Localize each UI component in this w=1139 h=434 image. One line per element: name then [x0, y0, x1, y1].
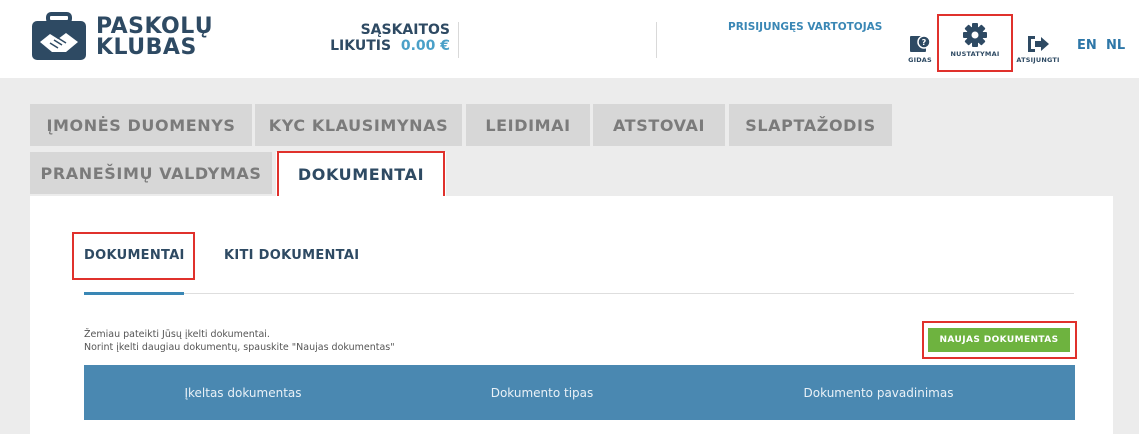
documents-info-text: Žemiau pateikti Jūsų įkelti dokumentai. … — [84, 328, 395, 354]
subtab-documents-highlight — [72, 232, 195, 280]
guide-label: GIDAS — [908, 56, 932, 64]
documents-table-header: Įkeltas dokumentas Dokumento tipas Dokum… — [84, 365, 1075, 420]
guide-button[interactable]: ? GIDAS — [905, 34, 935, 64]
info-line-1: Žemiau pateikti Jūsų įkelti dokumentai. — [84, 329, 270, 340]
logged-in-user-label[interactable]: PRISIJUNGĘS VARTOTOJAS — [728, 21, 882, 33]
lang-nl[interactable]: NL — [1106, 38, 1125, 53]
gear-icon — [963, 23, 987, 47]
column-uploaded-document[interactable]: Įkeltas dokumentas — [84, 365, 402, 420]
guide-book-icon: ? — [910, 35, 931, 52]
logout-label: ATSIJUNGTI — [1016, 56, 1060, 64]
logo-line-2: KLUBAS — [96, 35, 197, 60]
tab-password[interactable]: SLAPTAŽODIS — [729, 104, 892, 146]
tab-representatives[interactable]: ATSTOVAI — [593, 104, 725, 146]
balance-label-2: LIKUTIS 0.00 € — [300, 38, 450, 54]
tab-documents-highlight — [277, 151, 445, 201]
column-document-name[interactable]: Dokumento pavadinimas — [682, 365, 1075, 420]
subtab-other-documents[interactable]: KITI DOKUMENTAI — [224, 248, 359, 263]
top-header: PASKOLŲ KLUBAS SĄSKAITOS LIKUTIS 0.00 € … — [0, 0, 1139, 78]
logo-text: PASKOLŲ KLUBAS — [96, 14, 214, 60]
briefcase-handshake-icon — [32, 12, 86, 60]
logout-button[interactable]: ATSIJUNGTI — [1014, 34, 1062, 64]
settings-label: NUSTATYMAI — [950, 50, 1000, 58]
balance-label-2-text: LIKUTIS — [330, 38, 392, 54]
subtab-divider — [84, 293, 1074, 294]
tab-notification-management[interactable]: PRANEŠIMŲ VALDYMAS — [30, 152, 272, 194]
balance-amount: 0.00 € — [400, 38, 450, 54]
account-balance: SĄSKAITOS LIKUTIS 0.00 € — [300, 22, 459, 58]
tab-company-data[interactable]: ĮMONĖS DUOMENYS — [30, 104, 252, 146]
logo-line-1: PASKOLŲ — [96, 14, 214, 39]
new-document-highlight — [922, 321, 1077, 359]
lang-en[interactable]: EN — [1077, 38, 1097, 53]
subtab-active-indicator — [84, 292, 184, 295]
info-line-2: Norint įkelti daugiau dokumentų, spauski… — [84, 342, 395, 353]
logout-icon — [1028, 36, 1049, 52]
logo[interactable]: PASKOLŲ KLUBAS — [30, 12, 214, 64]
column-document-type[interactable]: Dokumento tipas — [402, 365, 682, 420]
svg-text:?: ? — [922, 38, 927, 47]
tab-kyc-questionnaire[interactable]: KYC KLAUSIMYNAS — [255, 104, 462, 146]
settings-button[interactable]: NUSTATYMAI — [937, 14, 1013, 72]
header-divider — [656, 22, 657, 58]
balance-label-1: SĄSKAITOS — [360, 22, 450, 38]
tab-permissions[interactable]: LEIDIMAI — [466, 104, 590, 146]
